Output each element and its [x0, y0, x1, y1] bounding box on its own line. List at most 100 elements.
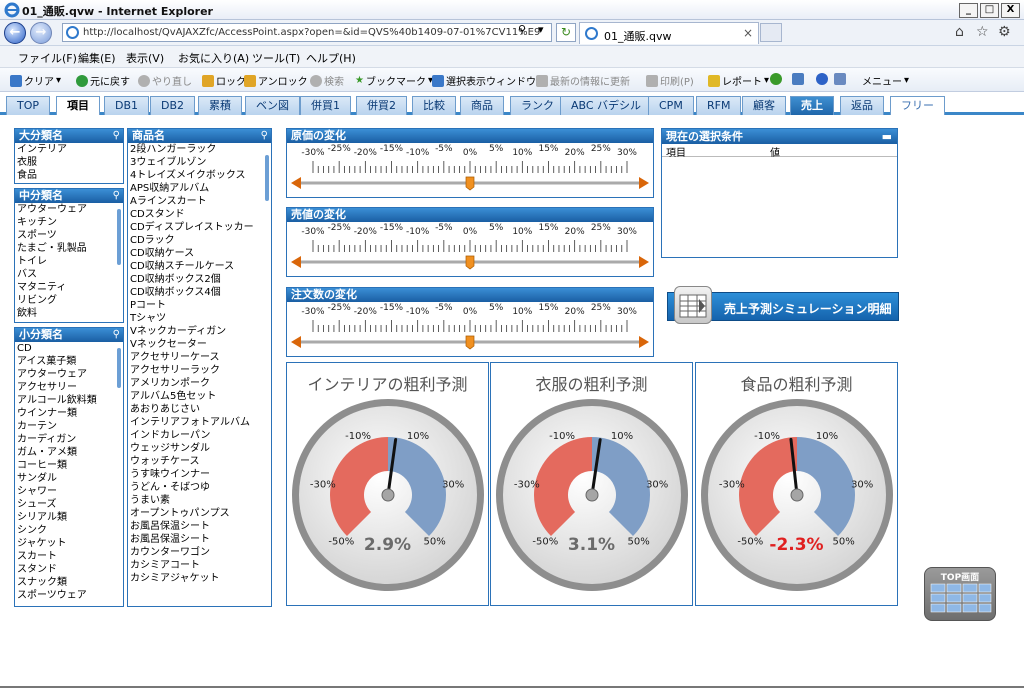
tab-abc-decile[interactable]: ABC バデシル [560, 96, 653, 115]
tab-cumulative[interactable]: 累積 [198, 96, 242, 115]
bookmark-button[interactable]: ★ ブックマーク ▾ [355, 73, 433, 88]
listbox-item[interactable]: サンダル [15, 472, 123, 485]
menu-file[interactable]: ファイル(F) [18, 50, 77, 66]
listbox-item[interactable]: Vネックカーディガン [128, 325, 271, 338]
listbox-item[interactable]: ガム・アメ類 [15, 446, 123, 459]
listbox-item[interactable]: CD収納ボックス2個 [128, 273, 271, 286]
tab-close-icon[interactable]: × [743, 26, 753, 40]
listbox-item[interactable]: うどん・そばつゆ [128, 481, 271, 494]
menu-tools[interactable]: ツール(T) [252, 50, 300, 66]
listbox-item[interactable]: カシミアジャケット [128, 572, 271, 585]
gear-icon[interactable]: ⚙ [998, 24, 1011, 40]
listbox-item[interactable]: CDラック [128, 234, 271, 247]
listbox-scrollbar[interactable] [264, 145, 270, 604]
listbox-item[interactable]: お風呂保温シート [128, 520, 271, 533]
listbox-item[interactable]: たまご・乳製品 [15, 242, 123, 255]
tab-rank[interactable]: ランク [510, 96, 565, 115]
menu-edit[interactable]: 編集(E) [78, 50, 116, 66]
listbox-item[interactable]: アウターウェア [15, 203, 123, 216]
listbox-item[interactable]: シリアル類 [15, 511, 123, 524]
listbox-item[interactable]: 2段ハンガーラック [128, 143, 271, 156]
listbox-item[interactable]: お風呂保温シート [128, 533, 271, 546]
listbox-item[interactable]: Pコート [128, 299, 271, 312]
listbox-item[interactable]: リビング [15, 294, 123, 307]
listbox-item[interactable]: オープントゥパンプス [128, 507, 271, 520]
listbox-item[interactable]: カーディガン [15, 433, 123, 446]
listbox-scrollbar[interactable] [116, 205, 122, 320]
tab-basket2[interactable]: 併買2 [356, 96, 407, 115]
menu-button[interactable]: メニュー ▾ [862, 73, 909, 88]
listbox-item[interactable]: スタンド [15, 563, 123, 576]
listbox-item[interactable]: インテリアフォトアルバム [128, 416, 271, 429]
tab-basket1[interactable]: 併買1 [300, 96, 351, 115]
slider-left-arrow-icon[interactable] [291, 177, 301, 189]
listbox-scrollbar[interactable] [116, 344, 122, 604]
listbox-item[interactable]: 食品 [15, 169, 123, 182]
listbox-item[interactable]: CD収納ケース [128, 247, 271, 260]
tab-product[interactable]: 商品 [460, 96, 504, 115]
listbox-item[interactable]: アクセサリー [15, 381, 123, 394]
refresh-data-button[interactable]: 最新の情報に更新 [536, 73, 630, 88]
url-search-icon[interactable]: ⚲ [518, 23, 526, 36]
listbox-item[interactable]: カシミアコート [128, 559, 271, 572]
listbox-item[interactable]: 3ウェイブルゾン [128, 156, 271, 169]
listbox-scroll-thumb[interactable] [117, 348, 121, 388]
slider-handle[interactable] [465, 255, 475, 270]
listbox-item[interactable]: あおりあじさい [128, 403, 271, 416]
listbox-search-icon[interactable]: ⚲ [113, 328, 120, 342]
listbox-item[interactable]: ジャケット [15, 537, 123, 550]
listbox-item[interactable]: CDディスプレイストッカー [128, 221, 271, 234]
listbox-item[interactable]: CD収納スチールケース [128, 260, 271, 273]
home-icon[interactable]: ⌂ [955, 24, 964, 40]
listbox-item[interactable]: アクセサリーケース [128, 351, 271, 364]
tab-items[interactable]: 項目 [56, 96, 100, 115]
url-field[interactable]: http://localhost/QvAJAXZfc/AccessPoint.a… [62, 23, 552, 42]
listbox-item[interactable]: うまい素 [128, 494, 271, 507]
edit-icon[interactable] [792, 73, 804, 85]
tab-db2[interactable]: DB2 [150, 96, 196, 115]
unlock-button[interactable]: アンロック [244, 73, 308, 88]
listbox-item[interactable]: アルバム5色セット [128, 390, 271, 403]
listbox-item[interactable]: アルコール飲料類 [15, 394, 123, 407]
listbox-scroll-thumb[interactable] [265, 155, 269, 201]
listbox-item[interactable]: うす味ウインナー [128, 468, 271, 481]
tab-top[interactable]: TOP [6, 96, 51, 115]
slider-orders-track[interactable]: -30% -25% -20% -15% -10% -5% 0% 5% 10% 15% 20% 25% 3… [287, 302, 653, 356]
slider-right-arrow-icon[interactable] [639, 177, 649, 189]
clear-button[interactable]: クリア ▾ [10, 73, 61, 88]
minimize-button[interactable]: _ [959, 3, 978, 18]
tab-returns[interactable]: 返品 [840, 96, 884, 115]
tab-customer[interactable]: 顧客 [742, 96, 786, 115]
top-screen-button[interactable]: TOP画面 [924, 567, 996, 621]
listbox-item[interactable]: スポーツ [15, 229, 123, 242]
close-button[interactable]: X [1001, 3, 1020, 18]
forward-button[interactable]: → [30, 22, 52, 44]
listbox-search-icon[interactable]: ⚲ [261, 129, 268, 143]
listbox-item[interactable]: Tシャツ [128, 312, 271, 325]
tab-rfm[interactable]: RFM [696, 96, 742, 115]
listbox-item[interactable]: スカート [15, 550, 123, 563]
report-button[interactable]: レポート ▾ [708, 73, 769, 88]
listbox-item[interactable]: インドカレーパン [128, 429, 271, 442]
listbox-item[interactable]: シャワー [15, 485, 123, 498]
print-button[interactable]: 印刷(P) [646, 73, 694, 88]
listbox-item[interactable]: アクセサリーラック [128, 364, 271, 377]
tab-free[interactable]: フリー [890, 96, 945, 115]
tab-venn[interactable]: ベン図 [245, 96, 300, 115]
browser-tab[interactable]: 01_通販.qvw × [579, 22, 759, 44]
listbox-item[interactable]: ウォッチケース [128, 455, 271, 468]
listbox-item[interactable]: カウンターワゴン [128, 546, 271, 559]
listbox-item[interactable]: 衣服 [15, 156, 123, 169]
listbox-item[interactable]: コーヒー類 [15, 459, 123, 472]
listbox-item[interactable]: CDスタンド [128, 208, 271, 221]
tab-compare[interactable]: 比較 [412, 96, 456, 115]
tab-cpm[interactable]: CPM [648, 96, 694, 115]
new-tab-button[interactable] [760, 23, 782, 42]
listbox-item[interactable]: カーテン [15, 420, 123, 433]
tab-sales[interactable]: 売上 [790, 96, 834, 115]
listbox-item[interactable]: Vネックセーター [128, 338, 271, 351]
minimize-icon[interactable]: ▬ [882, 129, 892, 144]
back-button[interactable]: ← [4, 22, 26, 44]
slider-price-track[interactable]: -30% -25% -20% -15% -10% -5% 0% 5% 10% 15% 20% 25% 3… [287, 222, 653, 276]
maximize-button[interactable]: □ [980, 3, 999, 18]
